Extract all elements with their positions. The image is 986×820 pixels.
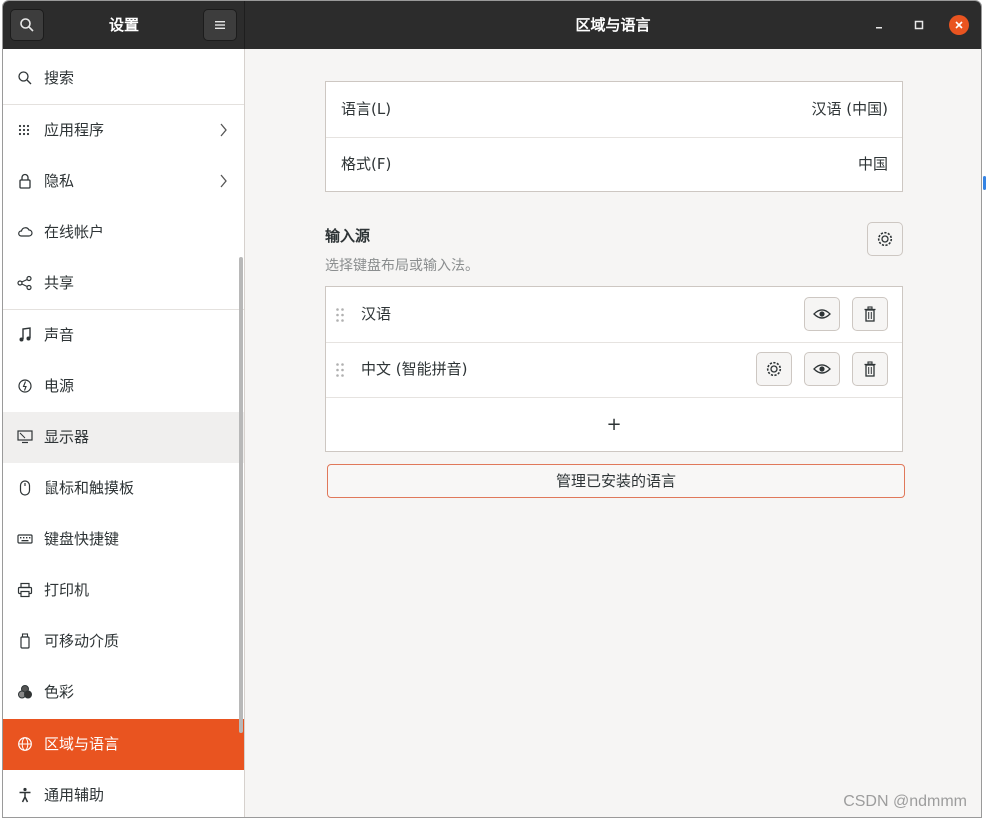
sidebar-item-label: 共享 bbox=[44, 274, 75, 292]
input-source-label: 中文 (智能拼音) bbox=[361, 360, 468, 378]
sidebar-item-color[interactable]: 色彩 bbox=[3, 667, 244, 718]
search-icon bbox=[16, 69, 34, 87]
globe-icon bbox=[16, 735, 34, 753]
sidebar-item-accessibility[interactable]: 通用辅助 bbox=[3, 770, 244, 817]
language-value: 汉语 (中国) bbox=[811, 100, 888, 118]
sidebar-scrollbar[interactable] bbox=[239, 257, 243, 733]
drag-handle-icon[interactable] bbox=[335, 307, 345, 323]
sidebar-item-applications[interactable]: 应用程序 bbox=[3, 105, 244, 156]
language-row[interactable]: 语言(L) 汉语 (中国) bbox=[326, 82, 902, 137]
hamburger-menu-icon bbox=[215, 21, 225, 29]
manage-languages-button[interactable]: 管理已安装的语言 bbox=[327, 464, 905, 498]
format-label: 格式(F) bbox=[341, 155, 392, 173]
watermark: CSDN @ndmmm bbox=[843, 793, 967, 810]
show-layout-button[interactable] bbox=[804, 297, 840, 331]
input-source-settings-button[interactable] bbox=[756, 352, 792, 386]
sidebar-item-label: 声音 bbox=[44, 326, 75, 344]
sidebar-item-removable-media[interactable]: 可移动介质 bbox=[3, 616, 244, 667]
eye-icon bbox=[813, 364, 831, 374]
search-button[interactable] bbox=[10, 9, 44, 41]
sidebar-item-label: 打印机 bbox=[44, 581, 90, 599]
accessibility-icon bbox=[16, 786, 34, 804]
sidebar-item-label: 区域与语言 bbox=[44, 735, 120, 753]
sidebar-item-sound[interactable]: 声音 bbox=[3, 310, 244, 361]
close-icon bbox=[955, 21, 963, 29]
sidebar-item-region-language[interactable]: 区域与语言 bbox=[3, 719, 244, 770]
printer-icon bbox=[16, 581, 34, 599]
main-content: 语言(L) 汉语 (中国) 格式(F) 中国 输入源 选择键盘布局或输入法。 汉… bbox=[246, 49, 981, 817]
input-source-label: 汉语 bbox=[361, 305, 392, 323]
chevron-right-icon bbox=[220, 174, 227, 188]
input-sources-options-button[interactable] bbox=[867, 222, 903, 256]
menu-button[interactable] bbox=[203, 9, 237, 41]
trash-icon bbox=[864, 306, 876, 322]
sidebar-item-label: 可移动介质 bbox=[44, 632, 120, 650]
minimize-button[interactable] bbox=[867, 13, 891, 37]
sidebar-item-search[interactable]: 搜索 bbox=[3, 53, 244, 104]
input-source-row[interactable]: 汉语 bbox=[326, 287, 902, 342]
sidebar-item-power[interactable]: 电源 bbox=[3, 361, 244, 412]
sidebar-item-label: 电源 bbox=[44, 377, 75, 395]
sidebar-item-label: 隐私 bbox=[44, 172, 75, 190]
sidebar-item-displays[interactable]: 显示器 bbox=[3, 412, 244, 463]
language-format-card: 语言(L) 汉语 (中国) 格式(F) 中国 bbox=[325, 81, 903, 192]
input-sources-subtitle: 选择键盘布局或输入法。 bbox=[325, 258, 479, 274]
format-row[interactable]: 格式(F) 中国 bbox=[326, 137, 902, 192]
sidebar-item-sharing[interactable]: 共享 bbox=[3, 258, 244, 309]
settings-title: 设置 bbox=[108, 16, 139, 34]
input-sources-title: 输入源 bbox=[325, 227, 371, 245]
music-note-icon bbox=[16, 326, 34, 344]
sidebar-item-label: 搜索 bbox=[44, 69, 75, 87]
sidebar-item-keyboard-shortcuts[interactable]: 键盘快捷键 bbox=[3, 514, 244, 565]
grid-icon bbox=[16, 121, 34, 139]
settings-window: 设置 区域与语言 搜索 应用程序 隐私 在线帐户 共享 声音 电源 显示器 鼠标… bbox=[2, 0, 982, 818]
sidebar-item-privacy[interactable]: 隐私 bbox=[3, 156, 244, 207]
power-icon bbox=[16, 377, 34, 395]
input-sources-list: 汉语 中文 (智能拼音) + bbox=[325, 286, 903, 452]
sidebar-header: 设置 bbox=[3, 1, 245, 49]
search-icon bbox=[20, 18, 34, 32]
drag-handle-icon[interactable] bbox=[335, 362, 345, 378]
keyboard-icon bbox=[16, 530, 34, 548]
display-icon bbox=[16, 428, 34, 446]
sidebar-item-mouse-touchpad[interactable]: 鼠标和触摸板 bbox=[3, 463, 244, 514]
add-input-source-button[interactable]: + bbox=[326, 397, 902, 452]
sidebar-item-label: 鼠标和触摸板 bbox=[44, 479, 135, 497]
format-value: 中国 bbox=[857, 155, 888, 173]
color-icon bbox=[16, 683, 34, 701]
gear-icon bbox=[766, 361, 782, 377]
remove-input-source-button[interactable] bbox=[852, 352, 888, 386]
language-label: 语言(L) bbox=[341, 100, 392, 118]
maximize-button[interactable] bbox=[907, 13, 931, 37]
share-icon bbox=[16, 274, 34, 292]
sidebar-item-label: 键盘快捷键 bbox=[44, 530, 120, 548]
gear-icon bbox=[877, 231, 893, 247]
remove-input-source-button[interactable] bbox=[852, 297, 888, 331]
sidebar-item-label: 在线帐户 bbox=[44, 223, 105, 241]
eye-icon bbox=[813, 309, 831, 319]
removable-media-icon bbox=[16, 632, 34, 650]
show-layout-button[interactable] bbox=[804, 352, 840, 386]
input-source-row[interactable]: 中文 (智能拼音) bbox=[326, 342, 902, 397]
header-bar: 设置 区域与语言 bbox=[3, 1, 981, 49]
mouse-icon bbox=[16, 479, 34, 497]
sidebar-item-label: 显示器 bbox=[44, 428, 90, 446]
close-button[interactable] bbox=[949, 15, 969, 35]
minimize-icon bbox=[876, 27, 882, 29]
cloud-icon bbox=[16, 223, 34, 241]
sidebar-item-label: 通用辅助 bbox=[44, 786, 105, 804]
chevron-right-icon bbox=[220, 123, 227, 137]
sidebar-item-printers[interactable]: 打印机 bbox=[3, 565, 244, 616]
sidebar-item-label: 应用程序 bbox=[44, 121, 105, 139]
sidebar-item-online-accounts[interactable]: 在线帐户 bbox=[3, 207, 244, 258]
sidebar-item-label: 色彩 bbox=[44, 683, 75, 701]
sidebar: 搜索 应用程序 隐私 在线帐户 共享 声音 电源 显示器 鼠标和触摸板 键盘快捷… bbox=[3, 49, 245, 817]
trash-icon bbox=[864, 361, 876, 377]
lock-icon bbox=[16, 172, 34, 190]
maximize-icon bbox=[914, 20, 924, 30]
